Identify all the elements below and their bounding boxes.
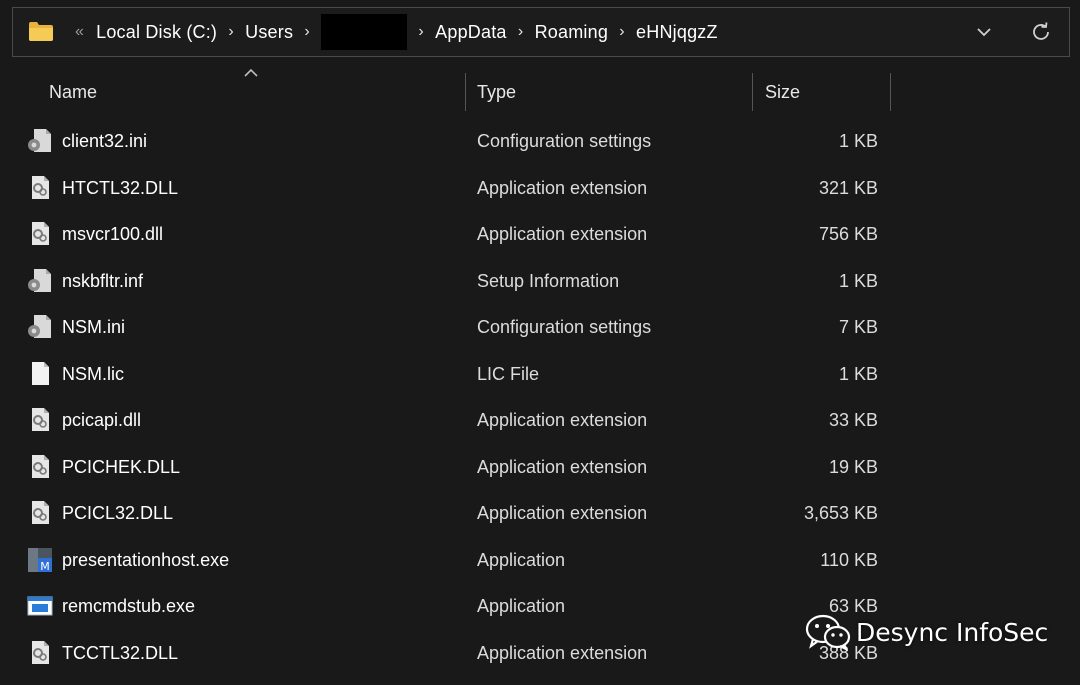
file-size: 3,653 KB — [803, 503, 878, 523]
dll-file-icon — [32, 640, 49, 664]
file-row[interactable]: nskbfltr.inf Setup Information 1 KB — [0, 258, 1080, 305]
file-type: Application extension — [477, 177, 648, 198]
file-explorer-window: « Local Disk (C:) › Users › › AppData › … — [0, 0, 1080, 685]
file-row[interactable]: NSM.lic LIC File 1 KB — [0, 351, 1080, 398]
dll-file-icon — [32, 454, 49, 478]
file-name: nskbfltr.inf — [62, 270, 144, 291]
file-row[interactable]: M presentationhost.exe Application 110 K… — [0, 537, 1080, 584]
file-size: 321 KB — [818, 177, 878, 198]
blank-file-icon — [32, 361, 49, 385]
folder-icon — [29, 22, 53, 41]
address-bar[interactable]: « Local Disk (C:) › Users › › AppData › … — [12, 7, 1070, 57]
file-type: Application extension — [477, 642, 648, 663]
breadcrumb-separator[interactable]: › — [410, 23, 432, 41]
dll-file-icon — [32, 408, 49, 431]
file-name: PCICL32.DLL — [62, 503, 174, 523]
chevron-down-icon[interactable] — [973, 21, 995, 43]
file-type: Configuration settings — [477, 131, 652, 151]
file-size: 110 KB — [820, 549, 878, 570]
file-size: 1 KB — [838, 131, 878, 151]
file-name: PCICHEK.DLL — [62, 456, 181, 477]
file-row[interactable]: PCICHEK.DLL Application extension 19 KB — [0, 444, 1080, 491]
file-type: Application extension — [477, 503, 648, 523]
file-list: client32.ini Configuration settings 1 KB… — [0, 118, 1080, 676]
file-type: Configuration settings — [477, 317, 652, 337]
breadcrumb-separator[interactable]: › — [611, 23, 633, 41]
column-header-size[interactable]: Size — [765, 72, 885, 112]
file-row[interactable]: NSM.ini Configuration settings 7 KB — [0, 304, 1080, 351]
wechat-logo-icon — [805, 614, 851, 651]
file-name: presentationhost.exe — [62, 549, 230, 570]
file-size: 33 KB — [828, 410, 878, 430]
file-size: 756 KB — [818, 224, 878, 244]
dll-file-icon — [32, 175, 49, 199]
file-row[interactable]: PCICL32.DLL Application extension 3,653 … — [0, 490, 1080, 537]
file-type: Application extension — [477, 224, 648, 244]
column-divider[interactable] — [890, 73, 891, 111]
breadcrumb-separator[interactable]: › — [510, 23, 532, 41]
breadcrumb-local-disk[interactable]: Local Disk (C:) — [96, 22, 217, 43]
file-row[interactable]: pcicapi.dll Application extension 33 KB — [0, 397, 1080, 444]
breadcrumb-separator[interactable]: › — [296, 23, 318, 41]
file-type: Application — [477, 549, 566, 570]
settings-file-icon — [28, 268, 51, 292]
dll-file-icon — [32, 222, 49, 245]
dll-file-icon — [32, 501, 49, 524]
file-size: 19 KB — [828, 456, 878, 477]
file-size: 1 KB — [838, 363, 878, 384]
refresh-icon[interactable] — [1029, 20, 1053, 44]
watermark: Desync InfoSec — [804, 612, 1048, 652]
file-name: msvcr100.dll — [62, 224, 164, 244]
column-header-type[interactable]: Type — [477, 72, 747, 112]
file-name: client32.ini — [62, 131, 148, 151]
breadcrumb-redacted-username[interactable] — [321, 14, 408, 50]
breadcrumb-separator[interactable]: › — [220, 23, 242, 41]
file-row[interactable]: HTCTL32.DLL Application extension 321 KB — [0, 165, 1080, 212]
settings-file-icon — [28, 315, 51, 338]
file-name: NSM.lic — [62, 363, 124, 384]
file-name: HTCTL32.DLL — [62, 177, 179, 198]
file-name: TCCTL32.DLL — [62, 642, 179, 663]
column-divider[interactable] — [465, 73, 466, 111]
file-name: NSM.ini — [62, 317, 126, 337]
breadcrumb-users[interactable]: Users — [245, 22, 293, 43]
window-app-icon — [27, 596, 53, 616]
file-row[interactable]: msvcr100.dll Application extension 756 K… — [0, 211, 1080, 258]
file-name: pcicapi.dll — [62, 410, 142, 430]
file-row[interactable]: client32.ini Configuration settings 1 KB — [0, 118, 1080, 165]
file-size: 1 KB — [838, 270, 878, 291]
file-type: Application — [477, 596, 566, 616]
breadcrumb-roaming[interactable]: Roaming — [535, 22, 608, 43]
watermark-text: Desync InfoSec — [856, 617, 1049, 647]
column-divider[interactable] — [752, 73, 753, 111]
settings-file-icon — [28, 129, 51, 152]
file-size: 7 KB — [838, 317, 878, 337]
netsupport-app-icon: M — [28, 547, 52, 573]
file-type: Setup Information — [477, 270, 620, 291]
breadcrumb-appdata[interactable]: AppData — [435, 22, 506, 43]
file-name: remcmdstub.exe — [62, 596, 196, 616]
breadcrumb-overflow-button[interactable]: « — [75, 23, 84, 41]
breadcrumb: « Local Disk (C:) › Users › › AppData › … — [75, 8, 718, 56]
file-type: LIC File — [477, 363, 540, 384]
svg-text:M: M — [40, 560, 50, 573]
column-header-name[interactable]: Name — [49, 72, 459, 112]
breadcrumb-current-folder[interactable]: eHNjqgzZ — [636, 22, 718, 43]
file-type: Application extension — [477, 456, 648, 477]
file-type: Application extension — [477, 410, 648, 430]
